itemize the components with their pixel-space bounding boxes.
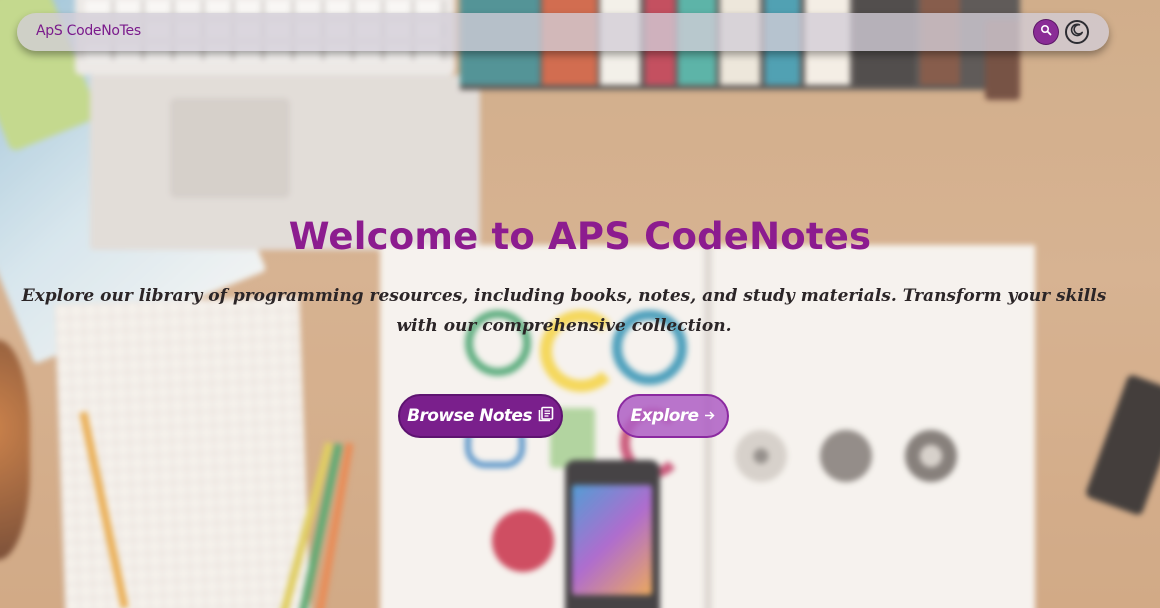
browse-notes-label: Browse Notes	[407, 406, 532, 426]
navbar: ApS CodeNoTes	[17, 13, 1109, 51]
hero-title: Welcome to APS CodeNotes	[288, 215, 872, 258]
theme-toggle-button[interactable]	[1065, 20, 1089, 44]
explore-label: Explore	[630, 406, 700, 426]
browse-notes-button[interactable]: Browse Notes	[398, 394, 563, 438]
brand-logo-text[interactable]: ApS CodeNoTes	[36, 23, 141, 39]
explore-button[interactable]: Explore	[617, 394, 729, 438]
hero-subtitle: Explore our library of programming resou…	[21, 286, 1107, 336]
moon-icon	[1070, 23, 1084, 42]
search-button[interactable]	[1034, 20, 1058, 44]
arrow-right-icon	[704, 406, 716, 426]
notes-icon	[538, 406, 554, 427]
search-icon	[1040, 23, 1052, 41]
